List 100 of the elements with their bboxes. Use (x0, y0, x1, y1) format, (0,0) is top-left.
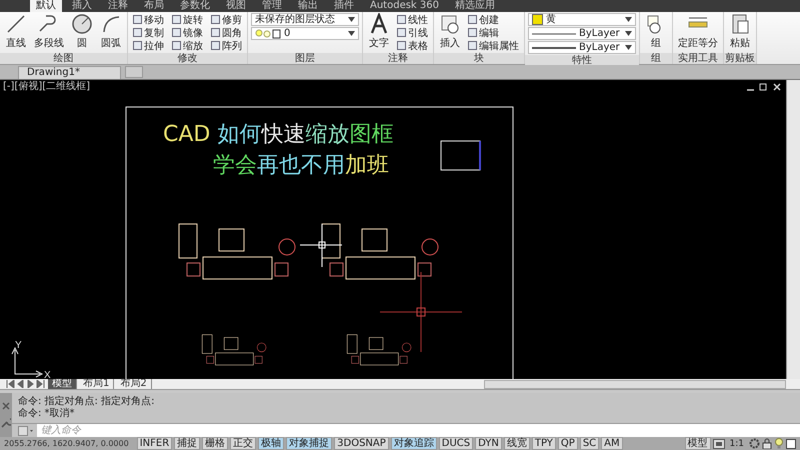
status-toggle[interactable]: DYN (475, 437, 502, 450)
dropdown[interactable]: 未保存的图层状态 (251, 13, 359, 26)
ribbon-tab[interactable]: 管理 (256, 0, 288, 12)
ribbon-button[interactable]: 粘贴 (727, 13, 753, 50)
ribbon-tab[interactable]: Autodesk 360 (364, 0, 445, 12)
status-toggle[interactable]: INFER (136, 437, 172, 450)
status-toggle[interactable]: 对象捕捉 (286, 437, 332, 450)
ribbon-button[interactable]: 引线 (395, 26, 430, 39)
ribbon-tab[interactable]: 插件 (328, 0, 360, 12)
ribbon-tab[interactable]: 插入 (66, 0, 98, 12)
axis-label: X (44, 370, 51, 379)
dropdown[interactable]: ByLayer (528, 27, 636, 40)
status-toggle[interactable]: QP (558, 437, 578, 450)
block-insert-icon (439, 13, 461, 35)
ribbon-tab[interactable]: 视图 (220, 0, 252, 12)
panel-title[interactable]: 组 (640, 53, 672, 64)
ribbon-button[interactable]: 插入 (437, 13, 463, 50)
status-toggle[interactable]: 线宽 (504, 437, 530, 450)
ribbon-tab[interactable]: 默认 (30, 0, 62, 12)
drawing-title-text: 学会再也不用加班 (212, 152, 390, 179)
line-tool-icon (5, 13, 27, 35)
caret-icon (348, 17, 355, 22)
ribbon-button[interactable]: 缩放 (170, 39, 205, 52)
status-toggle[interactable]: TPY (532, 437, 556, 450)
ribbon-button[interactable]: 直线 (3, 13, 29, 50)
panel-title[interactable]: 剪贴板 (724, 53, 756, 64)
drawing-title-text: CAD 如何快速缩放图框 (163, 122, 394, 148)
panel-title[interactable]: 特性 (525, 55, 639, 66)
status-toggle[interactable]: 极轴 (258, 437, 284, 450)
status-toggle[interactable]: 对象追踪 (390, 437, 437, 450)
line-preview-icon (532, 30, 576, 36)
ribbon-button[interactable]: 创建 (466, 13, 521, 26)
prompt-icon (18, 426, 34, 436)
dropdown[interactable]: 0 (251, 27, 359, 40)
annotation-scale[interactable]: 1:1 (726, 438, 747, 448)
document-tab[interactable]: Drawing1* (18, 66, 121, 79)
caret-icon (625, 45, 632, 50)
wrench-icon[interactable] (1, 418, 11, 428)
panel-title[interactable]: 修改 (128, 53, 247, 64)
command-history-line: 命令: 指定对角点: 指定对角点: (18, 396, 156, 408)
ribbon-button[interactable]: 拉伸 (131, 39, 166, 52)
ribbon-button[interactable]: 复制 (131, 26, 166, 39)
fullscreen-icon[interactable] (786, 438, 796, 448)
ribbon-button[interactable]: 文字 (366, 13, 392, 50)
circle-tool-icon (71, 13, 93, 35)
ribbon-button[interactable]: 编辑属性 (466, 39, 521, 52)
lock-icon[interactable] (762, 438, 772, 449)
status-toggle[interactable]: SC (580, 437, 600, 450)
status-toggle[interactable]: 捕捉 (174, 437, 200, 450)
ribbon-button[interactable]: 表格 (395, 39, 430, 52)
caret-icon (348, 31, 355, 36)
model-button[interactable]: 模型 (684, 437, 711, 450)
ribbon-tab[interactable]: 参数化 (174, 0, 216, 12)
crosshair-cursor (300, 223, 342, 268)
ribbon-tab[interactable]: 输出 (292, 0, 324, 12)
status-toggle[interactable]: 3DOSNAP (334, 437, 389, 450)
vertical-scrollbar[interactable] (786, 80, 800, 379)
status-toggle[interactable]: 正交 (230, 437, 256, 450)
coordinates-readout: 2055.2766, 1620.9407, 0.0000 (4, 439, 129, 448)
panel-title[interactable]: 绘图 (0, 53, 127, 64)
ribbon-button[interactable]: 修剪 (209, 13, 244, 26)
viewport-label[interactable]: [-][俯视][二维线框] (3, 80, 90, 92)
caret-icon (625, 17, 632, 22)
ribbon-button[interactable]: 圆角 (209, 26, 244, 39)
ribbon-button[interactable]: 阵列 (209, 39, 244, 52)
sofa-set-drawing (202, 334, 266, 365)
panel-title[interactable]: 注释 (363, 53, 433, 64)
ribbon-button[interactable]: 圆弧 (98, 13, 124, 50)
ucs-axis-icon (12, 346, 44, 378)
gear-icon[interactable] (749, 438, 760, 449)
tab-navigation-icon[interactable] (6, 380, 46, 388)
ribbon-button[interactable]: 线性 (395, 13, 430, 26)
panel-title[interactable]: 块 (434, 53, 524, 64)
ribbon-button[interactable]: 移动 (131, 13, 166, 26)
layout-view-icon[interactable] (712, 438, 725, 448)
ribbon-button[interactable]: 编辑 (466, 26, 521, 39)
horizontal-scrollbar[interactable] (484, 380, 786, 388)
command-history-line: 命令: *取消* (18, 408, 76, 420)
layer-state-icons (255, 28, 281, 38)
sofa-set-drawing (346, 334, 412, 365)
dropdown[interactable]: 黄 (528, 13, 636, 26)
status-toggle[interactable]: AM (601, 437, 623, 450)
window-controls-icon[interactable] (746, 82, 782, 91)
panel-title[interactable]: 实用工具 (673, 53, 723, 64)
ribbon-button[interactable]: 旋转 (170, 13, 205, 26)
ribbon-button[interactable]: 组 (643, 13, 669, 50)
command-input[interactable]: 键入命令 (37, 424, 800, 437)
status-toggle[interactable]: 栅格 (202, 437, 228, 450)
ribbon-button[interactable]: 镜像 (170, 26, 205, 39)
dropdown[interactable]: ByLayer (528, 41, 636, 54)
ribbon-button[interactable]: 定距等分 (676, 13, 720, 50)
drawing-canvas[interactable]: [-][俯视][二维线框] Y X CAD 如何快速缩放图框 学会再也不用加班 (0, 80, 800, 379)
line-preview-icon (532, 44, 576, 50)
ribbon-button[interactable]: 多段线 (32, 13, 66, 50)
ribbon-tab[interactable]: 布局 (138, 0, 170, 12)
ribbon-button[interactable]: 圆 (69, 13, 95, 50)
panel-title[interactable]: 图层 (248, 53, 362, 64)
caret-icon (625, 31, 632, 36)
close-icon[interactable] (2, 402, 10, 410)
status-toggle[interactable]: DUCS (438, 437, 474, 450)
